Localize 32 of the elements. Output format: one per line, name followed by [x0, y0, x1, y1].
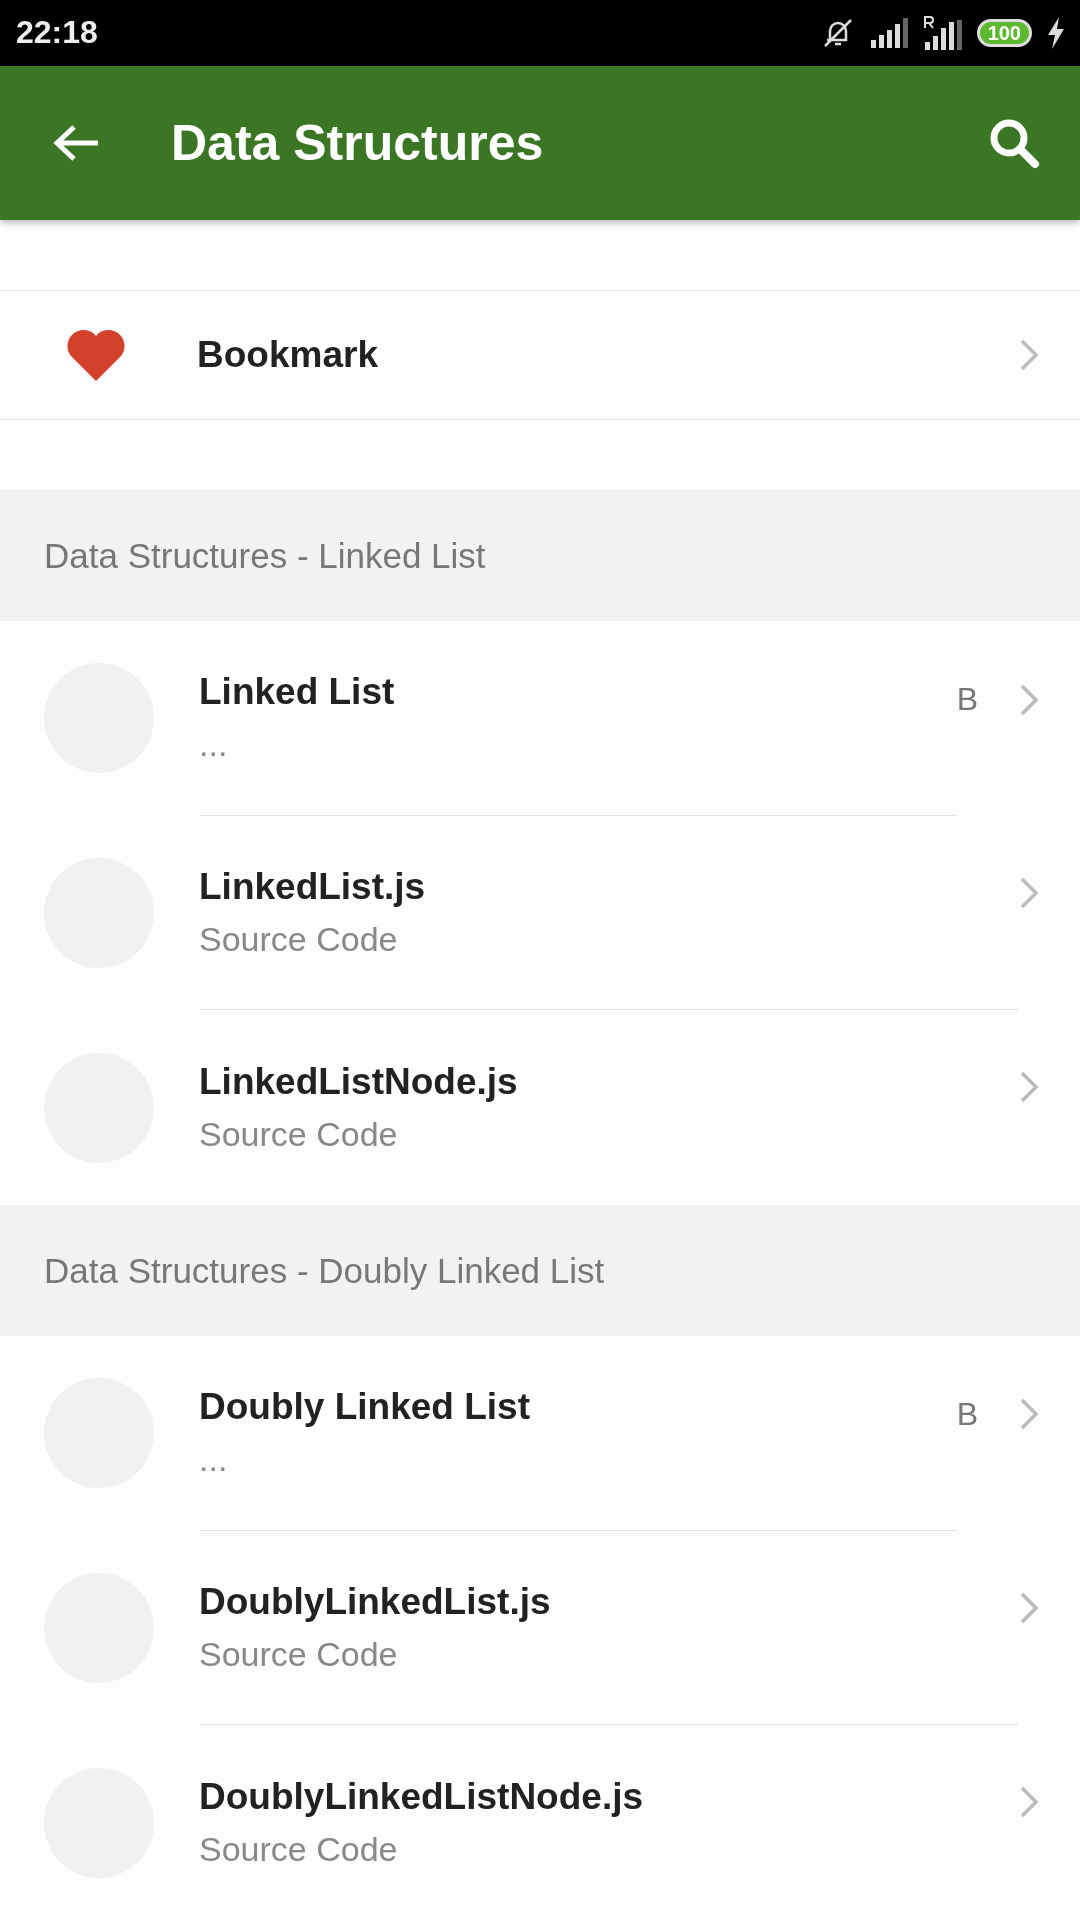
back-arrow-icon	[52, 122, 100, 163]
chevron-right-icon	[1018, 1070, 1040, 1105]
roaming-signal-icon	[922, 15, 963, 50]
section-title: Data Structures - Linked List	[44, 535, 486, 576]
item-label: B	[956, 1395, 978, 1433]
chevron-right-icon	[1018, 875, 1040, 910]
status-time: 22:18	[16, 14, 98, 52]
chevron-right-icon	[1018, 1590, 1040, 1625]
item-subtitle: ...	[199, 1440, 229, 1480]
section-title: Data Structures - Doubly Linked List	[44, 1250, 605, 1291]
item-title: Doubly Linked List	[199, 1386, 531, 1429]
chevron-right-icon	[1018, 1785, 1040, 1820]
chevron-right-icon	[1018, 1397, 1040, 1432]
chevron-right-icon	[1018, 682, 1040, 717]
item-label: B	[956, 681, 978, 719]
item-subtitle: Source Code	[199, 1115, 399, 1155]
item-title: Linked List	[199, 671, 396, 714]
back-button[interactable]	[52, 122, 100, 163]
item-title: LinkedList.js	[199, 866, 427, 909]
signal-icon	[868, 17, 909, 48]
chevron-right-icon	[1018, 337, 1040, 372]
app-bar-title: Data Structures	[171, 113, 545, 172]
item-title: LinkedListNode.js	[199, 1061, 519, 1104]
item-title: DoublyLinkedList.js	[199, 1581, 552, 1623]
item-subtitle: ...	[199, 725, 229, 765]
item-subtitle: Source Code	[199, 1830, 399, 1870]
charging-bolt-icon	[1046, 16, 1066, 49]
item-subtitle: Source Code	[199, 920, 399, 960]
heart-icon	[66, 328, 126, 381]
battery-level: 100	[976, 18, 1032, 47]
item-title: DoublyLinkedListNode.js	[199, 1776, 645, 1819]
item-subtitle: Source Code	[199, 1635, 399, 1674]
